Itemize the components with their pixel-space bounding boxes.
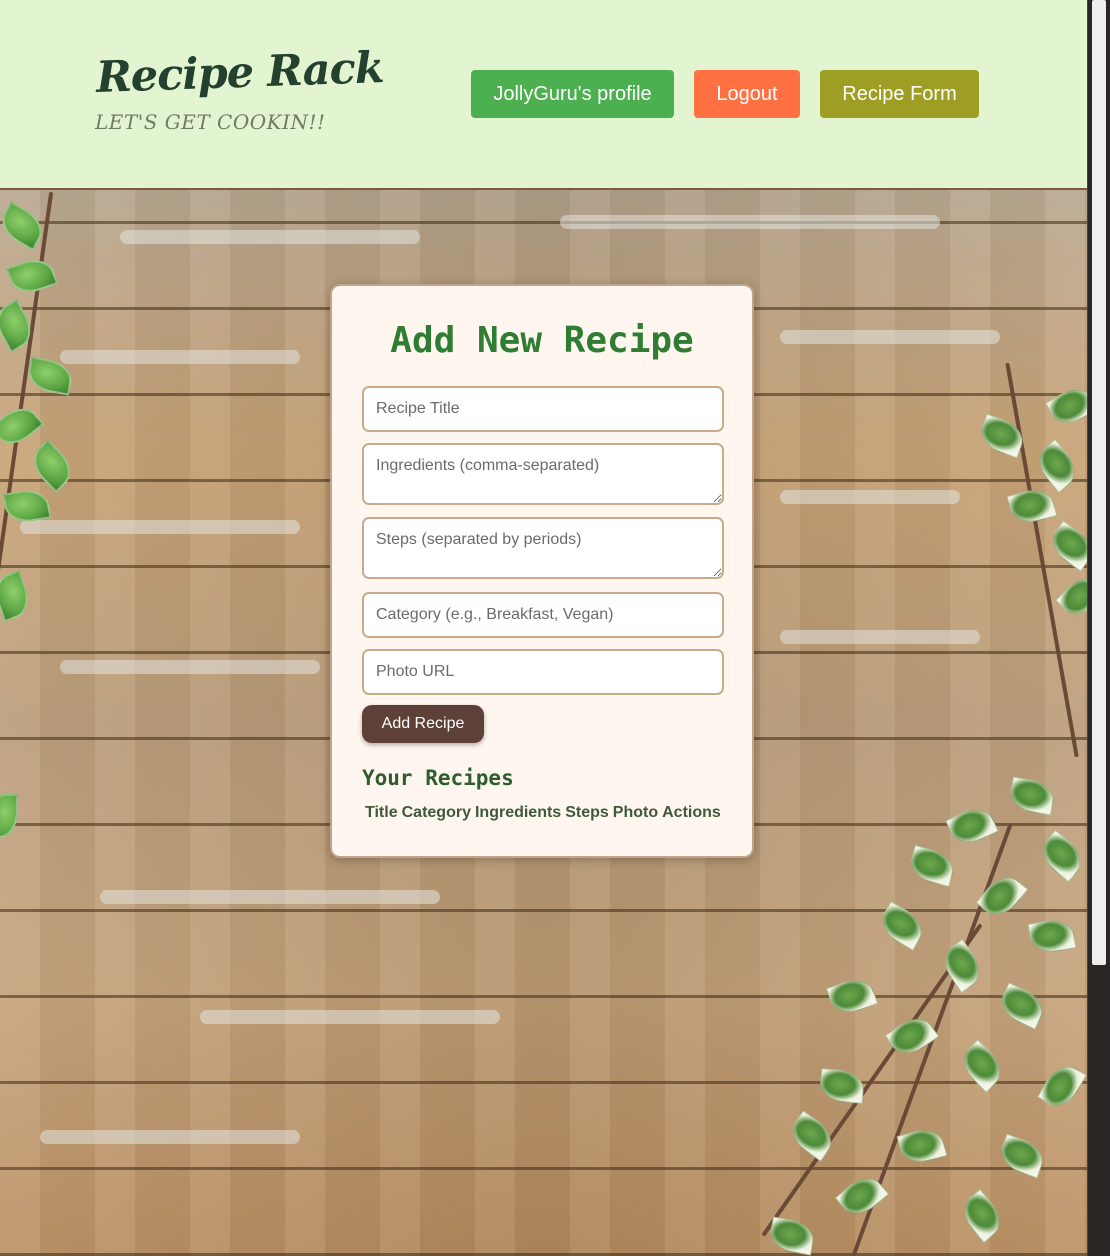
leaf-decoration: [0, 794, 18, 838]
logout-button[interactable]: Logout: [694, 70, 800, 118]
column-header-actions: Actions: [662, 804, 721, 821]
leaf-decoration: [1055, 569, 1087, 623]
leaf-decoration: [25, 439, 79, 493]
leaf-decoration: [0, 569, 35, 623]
leaf-decoration: [955, 1188, 1009, 1244]
leaf-decoration: [975, 868, 1029, 924]
leaf-decoration: [1037, 1058, 1087, 1114]
leaf-decoration: [936, 938, 988, 994]
wood-grain: [780, 330, 1000, 344]
photo-url-input[interactable]: [362, 649, 724, 695]
recipe-title-input[interactable]: [362, 386, 724, 432]
leaf-decoration: [1030, 438, 1084, 494]
column-header-category: Category: [401, 804, 471, 821]
wood-grain: [780, 490, 960, 504]
category-input[interactable]: [362, 592, 724, 638]
wood-grain: [780, 630, 980, 644]
wood-grain: [560, 215, 940, 229]
column-header-ingredients: Ingredients: [474, 804, 562, 821]
wood-grain: [20, 520, 300, 534]
leaf-decoration: [1007, 776, 1057, 816]
leaf-decoration: [0, 399, 45, 453]
page-scrollbar[interactable]: [1087, 0, 1110, 1256]
add-recipe-card: Add New Recipe Add Recipe Your Recipes T…: [330, 284, 754, 858]
wood-grain: [200, 1010, 500, 1024]
ingredients-textarea[interactable]: [362, 443, 724, 505]
brand-tagline: LET'S GET COOKIN!!: [95, 110, 326, 134]
column-header-photo: Photo: [612, 804, 659, 821]
leaf-decoration: [945, 802, 999, 850]
leaf-decoration: [906, 844, 958, 888]
leaf-decoration: [1044, 381, 1087, 431]
leaf-decoration: [1044, 520, 1087, 572]
leaf-decoration: [995, 982, 1049, 1030]
leaf-decoration: [1006, 484, 1058, 528]
your-recipes-heading: Your Recipes: [362, 766, 514, 790]
column-header-steps: Steps: [565, 804, 609, 821]
leaf-decoration: [896, 1124, 948, 1168]
leaf-decoration: [1027, 916, 1077, 956]
leaf-decoration: [767, 1216, 817, 1256]
wood-grain: [100, 890, 440, 904]
profile-button[interactable]: JollyGuru's profile: [471, 70, 674, 118]
leaf-decoration: [818, 1068, 866, 1104]
leaf-decoration: [995, 1133, 1049, 1179]
site-header: Recipe Rack LET'S GET COOKIN!! JollyGuru…: [0, 0, 1087, 190]
wood-grain: [120, 230, 420, 244]
brand-logo[interactable]: Recipe Rack: [95, 43, 384, 103]
steps-textarea[interactable]: [362, 517, 724, 579]
wood-grain: [60, 660, 320, 674]
leaf-decoration: [874, 901, 930, 951]
leaf-decoration: [825, 973, 879, 1019]
wood-grain: [40, 1130, 300, 1144]
leaf-decoration: [955, 1039, 1009, 1093]
add-recipe-button[interactable]: Add Recipe: [362, 705, 484, 743]
vine-stem: [0, 191, 54, 609]
form-title: Add New Recipe: [390, 320, 694, 361]
wood-grain: [60, 350, 300, 364]
recipe-form-button[interactable]: Recipe Form: [820, 70, 979, 118]
leaf-decoration: [1034, 829, 1087, 883]
leaf-decoration: [5, 253, 59, 299]
column-header-title: Title: [365, 804, 398, 821]
recipes-table-header: Title Category Ingredients Steps Photo A…: [365, 804, 721, 822]
scrollbar-thumb[interactable]: [1092, 0, 1106, 965]
